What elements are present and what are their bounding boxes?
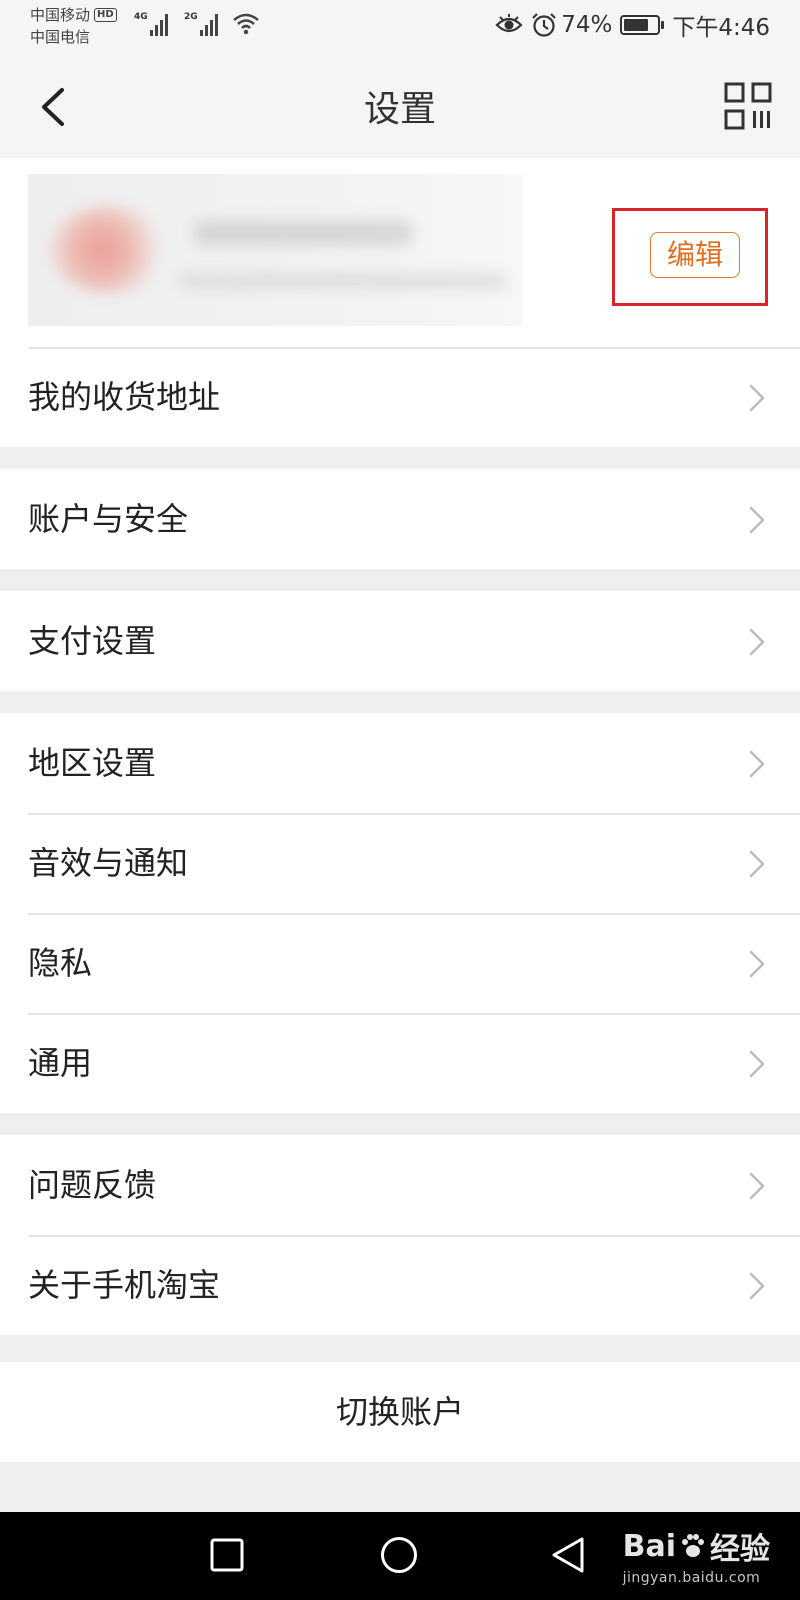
qr-code-icon[interactable] <box>724 82 772 130</box>
settings-group-account: 账户与安全 <box>0 469 800 569</box>
settings-item-label: 隐私 <box>28 944 93 982</box>
settings-item-payment[interactable]: 支付设置 <box>0 591 800 691</box>
settings-item-account-security[interactable]: 账户与安全 <box>0 469 800 569</box>
chevron-right-icon <box>749 850 765 878</box>
network-type-2: 2G <box>184 12 198 22</box>
recent-apps-icon[interactable] <box>210 1538 244 1572</box>
settings-group-general: 地区设置 音效与通知 隐私 通用 <box>0 713 800 1113</box>
divider <box>28 347 800 349</box>
eye-icon <box>495 14 523 33</box>
carrier-name-2: 中国电信 <box>30 28 91 46</box>
signal-icon-1: 4G <box>134 12 168 36</box>
settings-item-label: 我的收货地址 <box>28 378 221 416</box>
settings-item-region[interactable]: 地区设置 <box>0 713 800 813</box>
edit-profile-button[interactable]: 编辑 <box>650 232 740 278</box>
settings-item-label: 通用 <box>28 1044 93 1082</box>
settings-item-label: 支付设置 <box>28 622 157 660</box>
settings-item-feedback[interactable]: 问题反馈 <box>0 1135 800 1235</box>
avatar <box>48 206 168 294</box>
chevron-right-icon <box>749 750 765 778</box>
settings-item-label: 音效与通知 <box>28 844 189 882</box>
watermark-brand-suffix: 经验 <box>710 1532 770 1567</box>
settings-item-address[interactable]: 我的收货地址 <box>0 347 800 447</box>
clock-time: 下午4:46 <box>672 15 770 41</box>
chevron-right-icon <box>749 950 765 978</box>
settings-group-payment: 支付设置 <box>0 591 800 691</box>
chevron-right-icon <box>749 628 765 656</box>
settings-item-about[interactable]: 关于手机淘宝 <box>0 1235 800 1335</box>
chevron-right-icon <box>749 506 765 534</box>
blurred-username <box>193 220 413 246</box>
profile-card[interactable]: 编辑 <box>0 158 800 347</box>
hd-badge: HD <box>94 8 117 22</box>
settings-item-label: 关于手机淘宝 <box>28 1266 221 1304</box>
carrier-info: 中国移动 HD 中国电信 <box>30 4 117 48</box>
signal-icon-2: 2G <box>184 12 218 36</box>
paw-icon <box>682 1534 704 1557</box>
back-triangle-icon[interactable] <box>550 1536 586 1574</box>
system-nav-bar: Bai 经验 jingyan.baidu.com <box>0 1512 800 1600</box>
blurred-profile-info <box>28 174 522 326</box>
network-type-1: 4G <box>134 12 148 22</box>
watermark-url: jingyan.baidu.com <box>622 1570 761 1586</box>
settings-group-address: 我的收货地址 <box>0 347 800 447</box>
settings-item-sound-notification[interactable]: 音效与通知 <box>0 813 800 913</box>
settings-group-about: 问题反馈 关于手机淘宝 <box>0 1135 800 1335</box>
chevron-right-icon <box>749 1050 765 1078</box>
switch-account-group: 切换账户 <box>0 1362 800 1462</box>
settings-item-label: 问题反馈 <box>28 1166 157 1204</box>
home-icon[interactable] <box>380 1536 418 1574</box>
battery-percent: 74% <box>561 12 613 38</box>
chevron-right-icon <box>749 1172 765 1200</box>
switch-account-button[interactable]: 切换账户 <box>0 1362 800 1462</box>
settings-item-label: 账户与安全 <box>28 500 189 538</box>
status-bar: 中国移动 HD 中国电信 4G 2G 74% 下午4:46 <box>0 0 800 54</box>
carrier-name-1: 中国移动 <box>30 6 91 24</box>
divider <box>28 1013 800 1015</box>
settings-item-general[interactable]: 通用 <box>0 1013 800 1113</box>
chevron-right-icon <box>749 384 765 412</box>
divider <box>28 913 800 915</box>
settings-item-privacy[interactable]: 隐私 <box>0 913 800 1013</box>
nav-bar: 设置 <box>0 54 800 158</box>
wifi-icon <box>233 13 259 35</box>
alarm-icon <box>532 13 556 37</box>
baidu-jingyan-watermark: Bai 经验 jingyan.baidu.com <box>622 1524 770 1587</box>
battery-icon <box>620 15 665 35</box>
watermark-brand: Bai <box>622 1528 676 1564</box>
page-title: 设置 <box>363 89 436 130</box>
chevron-right-icon <box>749 1272 765 1300</box>
blurred-subtitle <box>178 272 508 290</box>
settings-item-label: 地区设置 <box>28 744 157 782</box>
